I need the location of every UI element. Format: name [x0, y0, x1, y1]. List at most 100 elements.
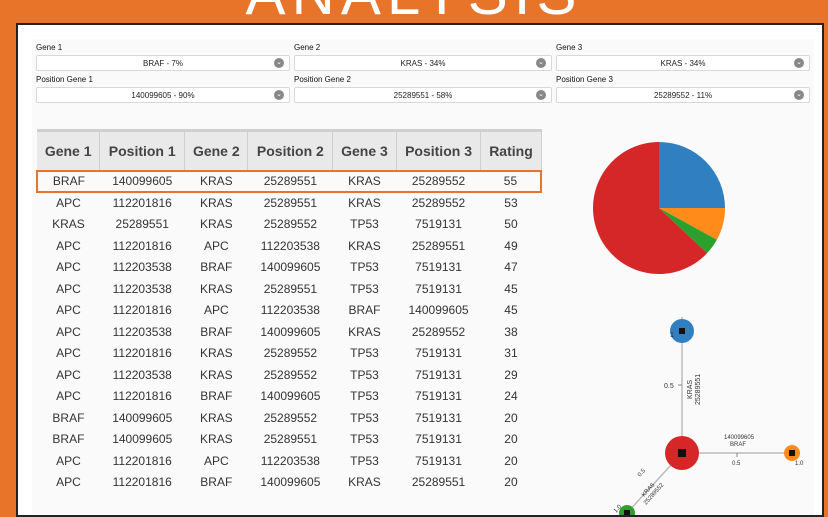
column-header[interactable]: Gene 1: [37, 129, 101, 171]
table-row[interactable]: APC 112201816 APC 112203538 BRAF 140099605 45: [37, 300, 541, 322]
position2-select[interactable]: 25289551 - 58% ⌄: [294, 87, 552, 103]
table-body: BRAF 140099605 KRAS 25289551 KRAS 25289552 55 A…: [36, 169, 543, 494]
chevron-down-icon: ⌄: [794, 90, 804, 100]
table-cell: 112203538: [112, 324, 172, 339]
table-row[interactable]: APC 112201816 APC 112203538 TP53 7519131 20: [37, 450, 541, 472]
node-right-marker: [789, 450, 795, 456]
table-cell: APC: [56, 238, 81, 253]
table-cell: KRAS: [199, 196, 233, 211]
position3-select[interactable]: 25289552 - 11% ⌄: [556, 87, 810, 103]
position1-select[interactable]: 140099605 - 90% ⌄: [36, 87, 290, 103]
position3-select-value: 25289552 - 11%: [653, 91, 713, 100]
results-table: Gene 1 Position 1 Gene 2 Position 2 Gene 3 Po…: [36, 129, 543, 494]
position3-label: Position Gene 3: [556, 75, 613, 84]
table-cell: 140099605: [260, 389, 321, 404]
table-cell: BRAF: [52, 432, 85, 447]
column-header[interactable]: Rating: [480, 129, 542, 171]
table-cell: BRAF: [36, 169, 100, 193]
table-cell: KRAS: [199, 367, 233, 382]
table-cell: 112201816: [112, 475, 172, 490]
table-row[interactable]: APC 112203538 KRAS 25289552 TP53 7519131 29: [37, 364, 541, 386]
table-cell: 7519131: [415, 346, 462, 361]
pie-slices: [593, 142, 725, 274]
table-row[interactable]: BRAF 140099605 KRAS 25289552 TP53 7519131 20: [37, 407, 541, 429]
position1-select-value: 140099605 - 90%: [131, 91, 195, 100]
table-row[interactable]: APC 112201816 APC 112203538 KRAS 25289551 49: [37, 235, 541, 257]
table-cell: 140099605: [112, 410, 173, 425]
table-cell: 140099605: [260, 475, 321, 490]
table-cell: 112203538: [260, 453, 320, 468]
pie-chart: [593, 142, 725, 274]
table-cell: 7519131: [415, 217, 462, 232]
table-cell: APC: [203, 453, 229, 468]
table-cell: BRAF: [348, 303, 381, 318]
table-cell: 112201816: [112, 389, 172, 404]
table-cell: APC: [56, 324, 81, 339]
table-cell: APC: [56, 260, 81, 275]
table-cell: 7519131: [415, 453, 462, 468]
table-cell: 112201816: [112, 238, 172, 253]
table-row[interactable]: KRAS 25289551 KRAS 25289552 TP53 7519131 50: [37, 214, 541, 236]
table-cell: KRAS: [348, 475, 381, 490]
label-right-edge: BRAF: [730, 442, 746, 448]
table-cell: TP53: [350, 367, 379, 382]
table-cell: BRAF: [200, 324, 233, 339]
column-header[interactable]: Position 1: [99, 129, 186, 171]
table-row[interactable]: APC 112203538 BRAF 140099605 TP53 7519131 47: [37, 257, 541, 279]
table-cell: KRAS: [199, 217, 233, 232]
column-header[interactable]: Position 2: [247, 129, 334, 171]
node-top-marker: [679, 328, 685, 334]
table-cell: 112203538: [260, 303, 320, 318]
label-top-edge: KRAS: [687, 380, 694, 399]
gene2-select-value: KRAS - 34%: [400, 59, 446, 68]
table-cell: APC: [56, 281, 81, 296]
table-cell: 25289551: [263, 432, 318, 447]
table-cell: 112203538: [112, 281, 172, 296]
pie-slice-0[interactable]: [659, 142, 725, 208]
table-cell: 25289551: [263, 196, 318, 211]
table-cell: 7519131: [415, 281, 462, 296]
table-cell: 7519131: [415, 260, 462, 275]
gene3-label: Gene 3: [556, 43, 583, 52]
table-cell: 112201816: [112, 196, 172, 211]
table-row[interactable]: APC 112201816 BRAF 140099605 TP53 7519131 24: [37, 386, 541, 408]
table-row[interactable]: APC 112201816 BRAF 140099605 KRAS 25289551 20: [37, 472, 541, 494]
column-header[interactable]: Gene 3: [332, 129, 397, 171]
table-cell: BRAF: [200, 260, 233, 275]
gene2-select[interactable]: KRAS - 34% ⌄: [294, 55, 552, 71]
column-header[interactable]: Gene 2: [184, 129, 249, 171]
table-cell: 7519131: [415, 432, 462, 447]
network-diagram: 1 0.5 KRAS 25289551 140099605 BRAF 0.5 1…: [613, 317, 804, 515]
position2-label: Position Gene 2: [294, 75, 351, 84]
table-cell: 140099605: [99, 169, 185, 193]
table-cell: 25289551: [411, 238, 466, 253]
table-row[interactable]: BRAF 140099605 KRAS 25289551 KRAS 25289552 55: [36, 169, 543, 193]
table-cell: TP53: [350, 410, 379, 425]
table-row[interactable]: APC 112203538 BRAF 140099605 KRAS 25289552 38: [37, 321, 541, 343]
label-right-edge-pos: 140099605: [724, 435, 755, 441]
table-cell: 55: [480, 169, 543, 193]
table-row[interactable]: APC 112203538 KRAS 25289551 TP53 7519131 45: [37, 278, 541, 300]
gene1-select[interactable]: BRAF - 7% ⌄: [36, 55, 290, 71]
table-cell: 25289551: [263, 281, 318, 296]
table-cell: APC: [56, 367, 81, 382]
table-cell: 112201816: [112, 346, 172, 361]
table-row[interactable]: APC 112201816 KRAS 25289552 TP53 7519131 31: [37, 343, 541, 365]
table-cell: 25289551: [115, 217, 169, 232]
gene2-label: Gene 2: [294, 43, 321, 52]
table-cell: 140099605: [408, 303, 469, 318]
table-cell: KRAS: [184, 169, 248, 193]
table-cell: BRAF: [200, 389, 233, 404]
table-cell: 38: [504, 324, 518, 339]
table-cell: TP53: [350, 260, 379, 275]
table-cell: 25289552: [411, 324, 466, 339]
gene3-select[interactable]: KRAS - 34% ⌄: [556, 55, 810, 71]
table-row[interactable]: APC 112201816 KRAS 25289551 KRAS 25289552 53: [37, 192, 541, 214]
table-cell: 140099605: [260, 260, 321, 275]
table-cell: 7519131: [415, 367, 462, 382]
table-cell: 31: [504, 346, 518, 361]
table-cell: TP53: [350, 389, 379, 404]
gene1-select-value: BRAF - 7%: [142, 59, 183, 68]
column-header[interactable]: Position 3: [396, 129, 482, 171]
table-row[interactable]: BRAF 140099605 KRAS 25289551 TP53 7519131 20: [37, 429, 541, 451]
